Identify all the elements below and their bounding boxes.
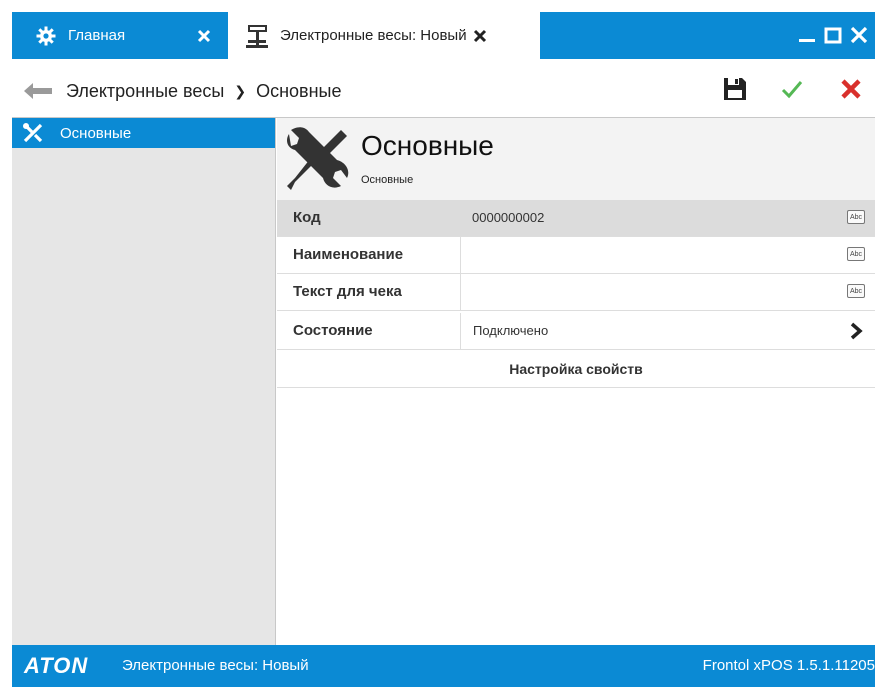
text-type-icon: Abc xyxy=(847,284,865,298)
field-label: Состояние xyxy=(293,322,373,339)
chevron-right-icon[interactable] xyxy=(847,322,865,340)
aton-logo: ATON xyxy=(24,653,89,678)
field-value[interactable] xyxy=(460,237,833,273)
property-settings-button[interactable]: Настройка свойств xyxy=(277,351,875,388)
field-row-receipt-text[interactable]: Текст для чека Abc xyxy=(277,274,875,311)
status-bar: ATON Электронные весы: Новый Frontol xPO… xyxy=(12,645,875,687)
cancel-icon[interactable] xyxy=(837,75,865,103)
field-label: Наименование xyxy=(293,246,404,263)
tools-icon xyxy=(283,126,351,194)
gear-icon xyxy=(36,26,56,46)
breadcrumb-separator-icon: ❯ xyxy=(234,83,247,99)
field-value: Подключено xyxy=(460,313,833,349)
version-label: Frontol xPOS 1.5.1.11205 xyxy=(702,657,875,674)
section-header: Основные Основные xyxy=(277,118,875,200)
maximize-icon[interactable] xyxy=(822,24,844,46)
field-row-name[interactable]: Наименование Abc xyxy=(277,237,875,274)
title-bar: Главная Электронные весы: Новый xyxy=(12,12,875,59)
toolbar: Электронные весы ❯ Основные xyxy=(12,59,875,118)
back-arrow-icon[interactable] xyxy=(24,83,52,99)
check-icon[interactable] xyxy=(778,75,806,103)
field-row-state[interactable]: Состояние Подключено xyxy=(277,313,875,350)
tools-icon xyxy=(22,122,44,144)
page-title: Основные xyxy=(361,130,494,161)
minimize-icon[interactable] xyxy=(796,24,818,46)
breadcrumb: Электронные весы ❯ Основные xyxy=(66,81,341,102)
field-label: Код xyxy=(293,209,321,226)
breadcrumb-item-general: Основные xyxy=(256,81,342,101)
sidebar-item-label: Основные xyxy=(60,124,132,142)
sidebar: Основные xyxy=(12,118,276,645)
status-text: Электронные весы: Новый xyxy=(122,657,309,674)
sidebar-item-general[interactable]: Основные xyxy=(12,118,275,148)
tab-home[interactable]: Главная xyxy=(12,12,228,59)
close-icon[interactable] xyxy=(848,24,870,46)
text-type-icon: Abc xyxy=(847,247,865,261)
save-icon[interactable] xyxy=(721,75,749,103)
field-value[interactable] xyxy=(460,274,833,310)
tab-scales-close-icon[interactable] xyxy=(471,27,489,45)
scales-icon xyxy=(244,23,270,49)
field-label: Текст для чека xyxy=(293,283,402,300)
field-value[interactable]: 0000000002 xyxy=(460,200,832,236)
top-margin xyxy=(0,0,875,12)
field-row-code[interactable]: Код 0000000002 Abc xyxy=(277,200,875,237)
tab-home-label: Главная xyxy=(68,27,126,44)
breadcrumb-item-scales[interactable]: Электронные весы xyxy=(66,81,224,102)
page-subtitle: Основные xyxy=(361,174,414,186)
tab-home-close-icon[interactable] xyxy=(194,26,214,46)
tab-scales-label: Электронные весы: Новый xyxy=(280,27,467,44)
text-type-icon: Abc xyxy=(847,210,865,224)
tab-scales[interactable]: Электронные весы: Новый xyxy=(228,12,540,59)
main-panel: Основные Основные Код 0000000002 Abc Наи… xyxy=(277,118,875,645)
